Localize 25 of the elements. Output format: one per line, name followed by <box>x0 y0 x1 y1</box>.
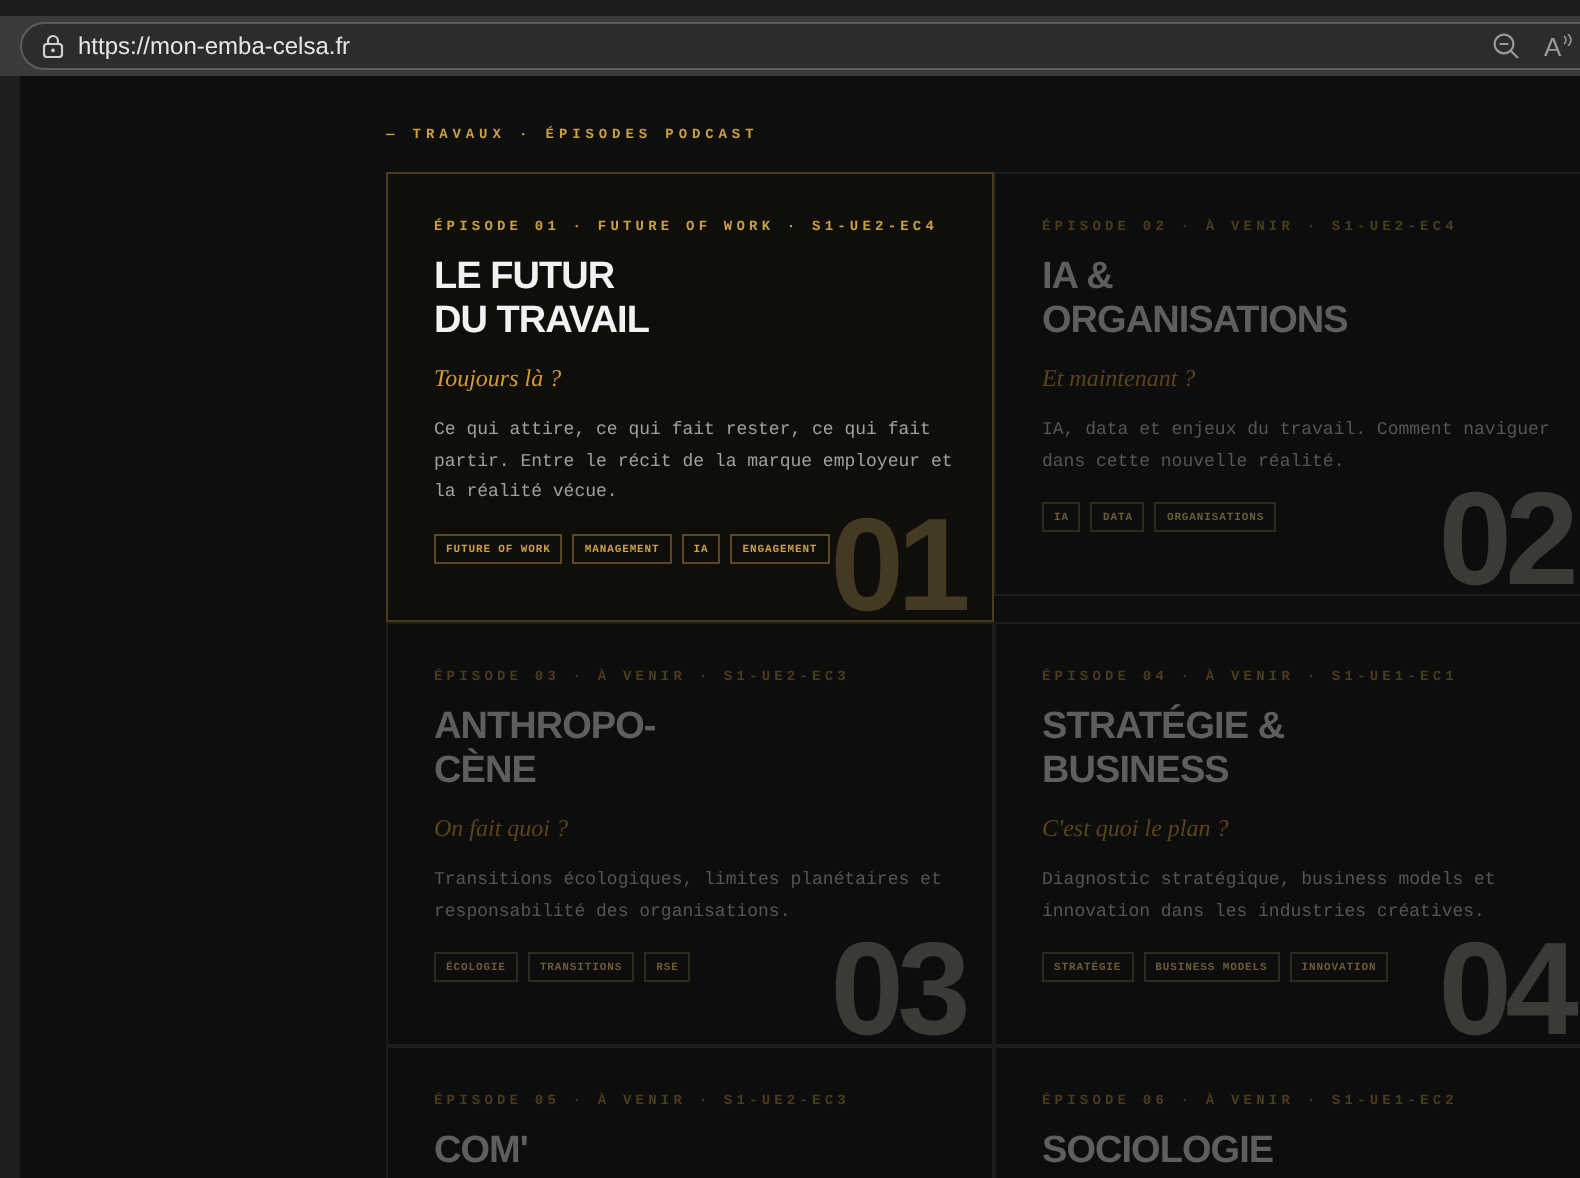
episode-title: BUSINESS <box>1042 750 1229 794</box>
episode-description: Ce qui attire, ce qui fait rester, ce qui fait partir. Entre le récit de la marque employeur et la réalité vécue. <box>434 418 955 506</box>
episode-description: IA, data et enjeux du travail. Comment naviguer dans cette nouvelle réalité. <box>1042 418 1552 475</box>
episode-title: COM' <box>434 1130 528 1174</box>
url-text[interactable]: https://mon-emba-celsa.fr <box>78 28 351 64</box>
zoom-out-icon[interactable] <box>1492 32 1520 60</box>
episode-card[interactable] <box>386 172 994 622</box>
episode-title: ANTHROPO- <box>434 706 656 748</box>
episode-subtitle: Et maintenant ? <box>1042 362 1198 396</box>
lock-icon[interactable] <box>42 34 64 58</box>
episode-title: DU TRAVAIL <box>434 300 649 344</box>
episode-title: LE FUTUR <box>434 256 615 300</box>
episode-description: Transitions écologiques, limites planétaires et responsabilité des organisations. <box>434 868 944 925</box>
episode-subtitle: On fait quoi ? <box>434 812 571 846</box>
episode-title: CÈNE <box>434 750 536 794</box>
episode-title: ORGANISATIONS <box>1042 300 1348 344</box>
episode-title: STRATÉGIE & <box>1042 706 1285 750</box>
episode-subtitle: Toujours là ? <box>434 362 564 396</box>
episode-title: SOCIOLOGIE <box>1042 1130 1274 1174</box>
episode-title: IA & <box>1042 256 1113 300</box>
episode-description: Diagnostic stratégique, business models et innovation dans les industries créatives. <box>1042 868 1498 925</box>
episode-subtitle: C'est quoi le plan ? <box>1042 812 1231 846</box>
read-aloud-button[interactable]: A <box>1544 33 1580 59</box>
address-bar[interactable]: https://mon-emba-celsa.fr A <box>20 22 1580 70</box>
sound-waves-icon <box>1561 33 1572 45</box>
